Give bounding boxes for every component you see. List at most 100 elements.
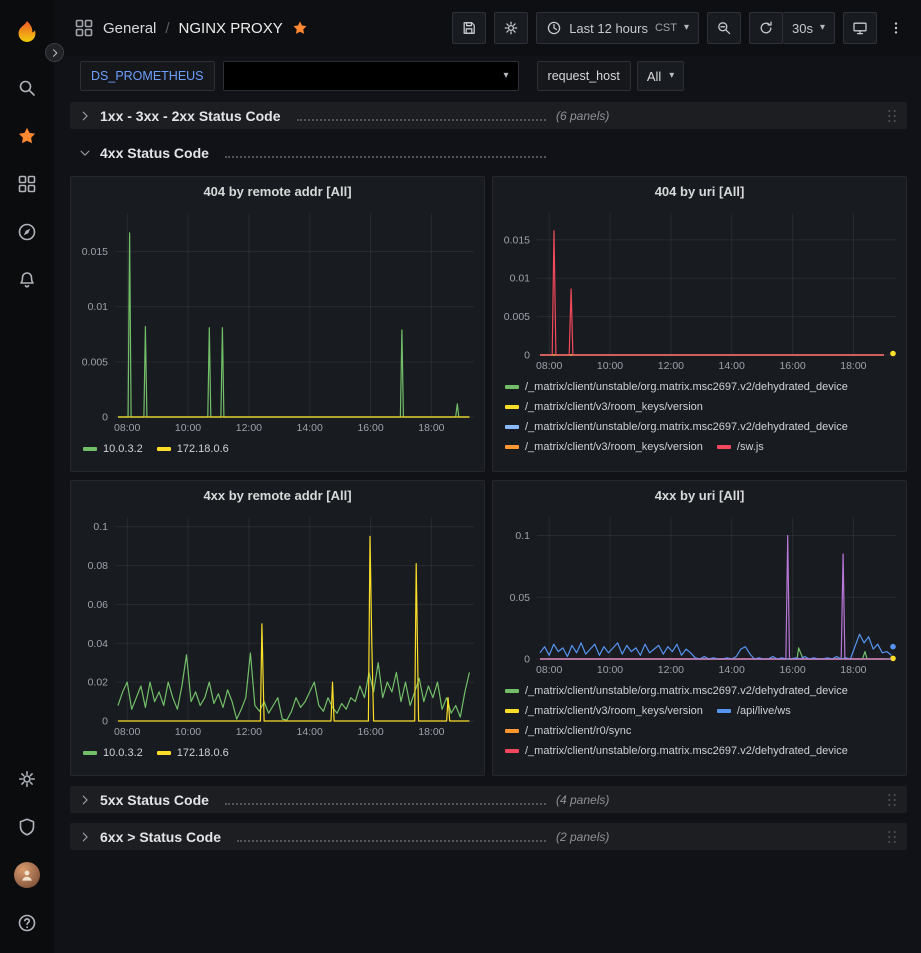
legend-label: /_matrix/client/v3/room_keys/version: [525, 705, 703, 717]
sidebar-item-dashboards[interactable]: [5, 162, 49, 206]
panel-legend: 10.0.3.2 172.18.0.6: [71, 437, 484, 471]
panel-header[interactable]: 4xx by uri [All]: [493, 481, 906, 509]
series-color-swatch: [505, 425, 519, 429]
row-5xx[interactable]: 5xx Status Code (4 panels): [70, 786, 907, 813]
series-color-swatch: [505, 709, 519, 713]
datasource-variable-chip[interactable]: DS_PROMETHEUS: [80, 61, 215, 91]
time-series-chart[interactable]: 00.0050.010.01508:0010:0012:0014:0016:00…: [493, 205, 906, 375]
series-color-swatch: [505, 445, 519, 449]
drag-handle-icon[interactable]: [883, 828, 901, 846]
refresh-button[interactable]: [749, 12, 783, 44]
save-dashboard-button[interactable]: [452, 12, 486, 44]
svg-text:12:00: 12:00: [658, 664, 684, 676]
caret-down-icon: ▾: [820, 23, 825, 33]
svg-text:10:00: 10:00: [597, 664, 623, 676]
expand-sidebar-button[interactable]: [45, 43, 64, 62]
panel-title: 404 by remote addr [All]: [203, 184, 351, 199]
clock-icon: [546, 20, 562, 36]
share-icon[interactable]: [317, 20, 333, 36]
sidebar-item-server-admin[interactable]: [5, 805, 49, 849]
panel-header[interactable]: 4xx by remote addr [All]: [71, 481, 484, 509]
legend-item[interactable]: /_matrix/client/unstable/org.matrix.msc2…: [505, 377, 848, 397]
kebab-menu-button[interactable]: [885, 12, 907, 44]
monitor-icon: [852, 20, 868, 36]
explore-compass-icon: [17, 222, 37, 242]
panel-header[interactable]: 404 by uri [All]: [493, 177, 906, 205]
sidebar-item-starred[interactable]: [5, 114, 49, 158]
sidebar-item-alerting[interactable]: [5, 258, 49, 302]
legend-item[interactable]: /api/live/ws: [717, 701, 791, 721]
dotted-leader: [237, 840, 546, 842]
cycle-view-button[interactable]: [843, 12, 877, 44]
legend-item[interactable]: 10.0.3.2: [83, 439, 143, 459]
dotted-leader: [225, 803, 546, 805]
request-host-value-select[interactable]: All ▾: [637, 61, 684, 91]
time-series-chart[interactable]: 00.0050.010.01508:0010:0012:0014:0016:00…: [71, 205, 484, 437]
dashboard-settings-button[interactable]: [494, 12, 528, 44]
time-range-picker[interactable]: Last 12 hours CST ▾: [536, 12, 699, 44]
sidebar-item-explore[interactable]: [5, 210, 49, 254]
legend-item[interactable]: /_matrix/client/unstable/org.matrix.msc2…: [505, 741, 848, 761]
grafana-logo[interactable]: [5, 10, 49, 54]
favorite-star-icon[interactable]: [292, 20, 308, 36]
legend-item[interactable]: /sw.js: [717, 437, 764, 457]
dotted-leader: [297, 119, 546, 121]
series-color-swatch: [505, 405, 519, 409]
chevron-down-icon: [78, 146, 92, 160]
legend-item[interactable]: /_matrix/client/v3/room_keys/version: [505, 701, 703, 721]
dashboard-panel: 404 by remote addr [All] 00.0050.010.015…: [70, 176, 485, 472]
time-series-chart[interactable]: 00.050.108:0010:0012:0014:0016:0018:00: [493, 509, 906, 679]
panel-title: 4xx by remote addr [All]: [203, 488, 351, 503]
legend-label: /_matrix/client/v3/room_keys/version: [525, 441, 703, 453]
legend-item[interactable]: 172.18.0.6: [157, 439, 229, 459]
row-title: 6xx > Status Code: [100, 829, 221, 845]
svg-text:0.04: 0.04: [88, 638, 109, 650]
legend-item[interactable]: /_matrix/client/unstable/org.matrix.msc2…: [505, 681, 848, 701]
sidebar-item-profile[interactable]: [5, 853, 49, 897]
sidebar-item-help[interactable]: [5, 901, 49, 945]
svg-text:0.08: 0.08: [88, 560, 109, 572]
help-icon: [17, 913, 37, 933]
server-admin-shield-icon: [17, 817, 37, 837]
legend-item[interactable]: /_matrix/client/v3/room_keys/version: [505, 397, 703, 417]
legend-label: 10.0.3.2: [103, 747, 143, 759]
starred-icon: [17, 126, 37, 146]
refresh-interval-select[interactable]: 30s ▾: [783, 12, 835, 44]
legend-item[interactable]: /_matrix/client/r0/sync: [505, 721, 631, 741]
legend-item[interactable]: 10.0.3.2: [83, 743, 143, 763]
svg-text:14:00: 14:00: [297, 726, 323, 738]
panel-header[interactable]: 404 by remote addr [All]: [71, 177, 484, 205]
svg-text:0: 0: [524, 350, 530, 362]
series-color-swatch: [157, 447, 171, 451]
dashboard-panel: 4xx by uri [All] 00.050.108:0010:0012:00…: [492, 480, 907, 776]
panel-title: 404 by uri [All]: [655, 184, 745, 199]
svg-text:14:00: 14:00: [297, 422, 323, 434]
legend-label: /api/live/ws: [737, 705, 791, 717]
drag-handle-icon[interactable]: [883, 791, 901, 809]
row-6xx[interactable]: 6xx > Status Code (2 panels): [70, 823, 907, 850]
row-1xx-3xx-2xx[interactable]: 1xx - 3xx - 2xx Status Code (6 panels): [70, 102, 907, 129]
drag-handle-icon[interactable]: [883, 107, 901, 125]
sidebar-item-configuration[interactable]: [5, 757, 49, 801]
svg-text:16:00: 16:00: [779, 360, 805, 372]
sidebar-item-search[interactable]: [5, 66, 49, 110]
time-series-chart[interactable]: 00.020.040.060.080.108:0010:0012:0014:00…: [71, 509, 484, 741]
svg-text:0.015: 0.015: [504, 234, 530, 246]
svg-text:16:00: 16:00: [357, 422, 383, 434]
svg-text:0.05: 0.05: [510, 592, 531, 604]
legend-item[interactable]: /_matrix/client/unstable/org.matrix.msc2…: [505, 417, 848, 437]
grafana-logo-icon: [14, 19, 40, 45]
request-host-label: request_host: [548, 69, 620, 83]
search-icon: [17, 78, 37, 98]
legend-item[interactable]: 172.18.0.6: [157, 743, 229, 763]
legend-item[interactable]: /_matrix/client/v3/room_keys/version: [505, 437, 703, 457]
row-4xx[interactable]: 4xx Status Code: [70, 139, 907, 166]
svg-text:0.01: 0.01: [510, 273, 531, 285]
dashboard-header: General / NGINX PROXY Last 12 hours CST …: [54, 0, 921, 56]
series-color-swatch: [505, 689, 519, 693]
series-color-swatch: [157, 751, 171, 755]
zoom-out-button[interactable]: [707, 12, 741, 44]
breadcrumb-folder[interactable]: General: [103, 20, 156, 37]
legend-label: /_matrix/client/unstable/org.matrix.msc2…: [525, 685, 848, 697]
datasource-value-select[interactable]: ▾: [223, 61, 519, 91]
